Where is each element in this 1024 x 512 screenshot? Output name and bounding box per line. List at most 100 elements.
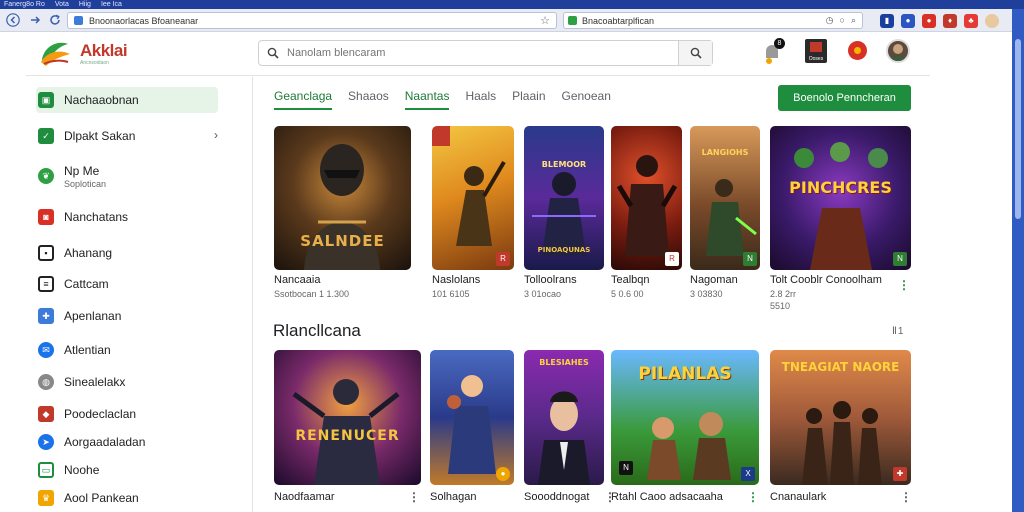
game-meta: 5 0.6 00 — [611, 289, 644, 299]
publisher-badge-icon: N — [893, 252, 907, 266]
bookmark-star-icon[interactable]: ☆ — [540, 14, 550, 27]
address-input[interactable] — [89, 15, 556, 26]
sidebar-item-compass[interactable]: ➤ Aorgaadaladan — [36, 429, 218, 455]
more-options-icon[interactable]: ⋮ — [408, 490, 420, 504]
tab-genres[interactable]: Genoean — [562, 89, 611, 110]
sidebar-item-label: Np Me — [64, 163, 100, 178]
extension-icon[interactable]: ♦ — [943, 14, 957, 28]
search-input[interactable] — [287, 47, 670, 59]
publisher-badge-icon: ✚ — [893, 467, 907, 481]
app-logo-icon[interactable] — [38, 38, 72, 68]
primary-action-button[interactable]: Boenolo Penncheran — [778, 85, 911, 111]
search-engine-icon — [568, 16, 577, 25]
window-scrollbar[interactable] — [1012, 9, 1024, 512]
sidebar-item-label: Dlpakt Sakan — [64, 129, 136, 143]
search-button[interactable] — [678, 41, 712, 65]
game-meta: 2.8 2rr — [770, 289, 797, 299]
refresh-icon[interactable]: ○ — [840, 15, 845, 26]
sidebar-item-discover[interactable]: ✓ Dlpakt Sakan › — [36, 123, 218, 149]
game-card[interactable]: TNEAGIAT NAORE ✚ Cnanaulark ⋮ — [770, 350, 912, 512]
search-icon — [267, 47, 279, 59]
sidebar-item-sublabel: Soplotican — [64, 178, 107, 189]
game-card[interactable]: PINCHCRES N Tolt Cooblr Conoolham 2.8 2r… — [770, 126, 911, 316]
extension-icon[interactable]: ● — [901, 14, 915, 28]
game-card[interactable]: LANGIOHS N Nagoman 3 03830 — [690, 126, 760, 306]
profile-icon[interactable] — [985, 14, 999, 28]
sidebar-item-list[interactable]: ≡ Cattcam — [36, 271, 218, 297]
more-options-icon[interactable]: ⋮ — [900, 490, 912, 504]
clock-icon[interactable]: ◷ — [826, 15, 834, 26]
brand-name: Akklai — [80, 41, 128, 60]
section-title: Rlancllcana — [273, 321, 361, 340]
cover-title: PINOAQUNAS — [537, 246, 591, 254]
cover-title: LANGIOHS — [701, 148, 749, 157]
search-icon[interactable]: ⌕ — [851, 15, 856, 26]
sidebar-item-trophy[interactable]: ♛ Aool Pankean — [36, 485, 218, 511]
rating-badge-icon: N — [619, 461, 633, 475]
game-shortcut-button[interactable]: Ooses — [805, 39, 827, 63]
extension-icon[interactable]: ♣ — [964, 14, 978, 28]
game-card[interactable]: R Tealbqn 5 0.6 00 — [611, 126, 682, 306]
section-more-icon[interactable]: Ⅱ1 — [892, 326, 904, 337]
game-cover-image: RENENUCER — [274, 350, 421, 485]
forward-arrow-icon[interactable] — [27, 13, 42, 28]
game-title: Rtahl Caoo adsacaaha — [611, 491, 723, 503]
sidebar-item-chat[interactable]: ✉ Atlentian — [36, 337, 218, 363]
trophy-icon: ♛ — [38, 490, 54, 506]
puzzle-icon: ✚ — [38, 308, 54, 324]
publisher-badge-icon: R — [496, 252, 510, 266]
game-cover-image: TNEAGIAT NAORE ✚ — [770, 350, 911, 485]
game-cover-image: SALNDEE — [274, 126, 411, 270]
sidebar-item-label: Poodeclaclan — [64, 407, 137, 421]
sidebar-item-globe[interactable]: ◍ Sinealelakx — [36, 369, 218, 395]
game-cover-image: LANGIOHS N — [690, 126, 760, 270]
notifications-button[interactable]: 8 — [762, 38, 785, 69]
game-title: Naslolans — [432, 274, 481, 286]
sidebar-item-label: Noohe — [64, 463, 100, 477]
back-arrow-icon[interactable] — [5, 13, 20, 28]
extension-icon[interactable]: ▮ — [880, 14, 894, 28]
record-button[interactable] — [848, 41, 867, 60]
game-card[interactable]: ● Solhagan — [430, 350, 514, 512]
game-cover-image: R — [432, 126, 514, 270]
sidebar-item-games[interactable]: ◙ Nanchatans — [36, 204, 218, 230]
brand[interactable]: Akklai Ancnsoidaon — [80, 41, 128, 66]
os-menu-item[interactable]: Hiig — [79, 0, 91, 9]
game-title: Cnanaulark — [770, 491, 827, 503]
os-menu-item[interactable]: Fanerg8o Ro — [4, 0, 45, 9]
scrollbar-thumb[interactable] — [1015, 39, 1021, 219]
sidebar-item-label: Sinealelakx — [64, 375, 126, 389]
address-bar[interactable]: ☆ — [67, 12, 557, 29]
sidebar-item-puzzle[interactable]: ✚ Apenlanan — [36, 303, 218, 329]
avatar[interactable] — [886, 39, 910, 63]
more-options-icon[interactable]: ⋮ — [747, 490, 759, 504]
more-options-icon[interactable]: ⋮ — [898, 278, 910, 292]
tab-hails[interactable]: Haals — [465, 89, 496, 110]
game-card[interactable]: BLESIAHES Soooddnogat ⋮ — [524, 350, 616, 512]
os-menu-item[interactable]: Vota — [55, 0, 69, 9]
game-card[interactable]: R Naslolans 101 6105 — [432, 126, 514, 306]
os-menubar: Fanerg8o Ro Vota Hiig Iee Ica — [0, 0, 1024, 9]
game-cover-image: BLESIAHES — [524, 350, 604, 485]
tab-featured[interactable]: Geanclaga — [274, 89, 333, 110]
game-card[interactable]: SALNDEE Nancaaia Ssotbocan 1 1.300 — [274, 126, 411, 306]
sidebar-item-apps[interactable]: ❦ Np Me Soplotican — [36, 159, 218, 193]
tab-shows[interactable]: Shaaos — [348, 89, 389, 110]
tab-games[interactable]: Naantas — [404, 89, 450, 110]
game-card[interactable]: RENENUCER Naodfaamar ⋮ — [274, 350, 421, 512]
os-menu-item[interactable]: Iee Ica — [101, 0, 122, 9]
sidebar-item-grid[interactable]: ▪ Ahanang — [36, 240, 218, 266]
sidebar-item-messages[interactable]: ▭ Noohe — [36, 457, 218, 483]
reload-icon[interactable] — [47, 13, 62, 28]
browser-search-box[interactable]: ◷ ○ ⌕ — [563, 12, 863, 29]
sidebar-item-home[interactable]: ▣ Nachaaobnan — [36, 87, 218, 113]
extension-icon[interactable]: ● — [922, 14, 936, 28]
game-card[interactable]: BLEMOOR PINOAQUNAS Tolloolrans 3 01ocao — [524, 126, 604, 306]
tab-plain[interactable]: Plaain — [512, 89, 545, 110]
sidebar-item-label: Cattcam — [64, 277, 109, 291]
cover-title: SALNDEE — [300, 232, 385, 250]
sidebar-item-controller[interactable]: ◆ Poodeclaclan — [36, 401, 218, 427]
game-card[interactable]: PILANLAS N X Rtahl Caoo adsacaaha ⋮ — [611, 350, 759, 512]
browser-search-input[interactable] — [582, 15, 821, 26]
search-bar[interactable] — [258, 40, 713, 66]
